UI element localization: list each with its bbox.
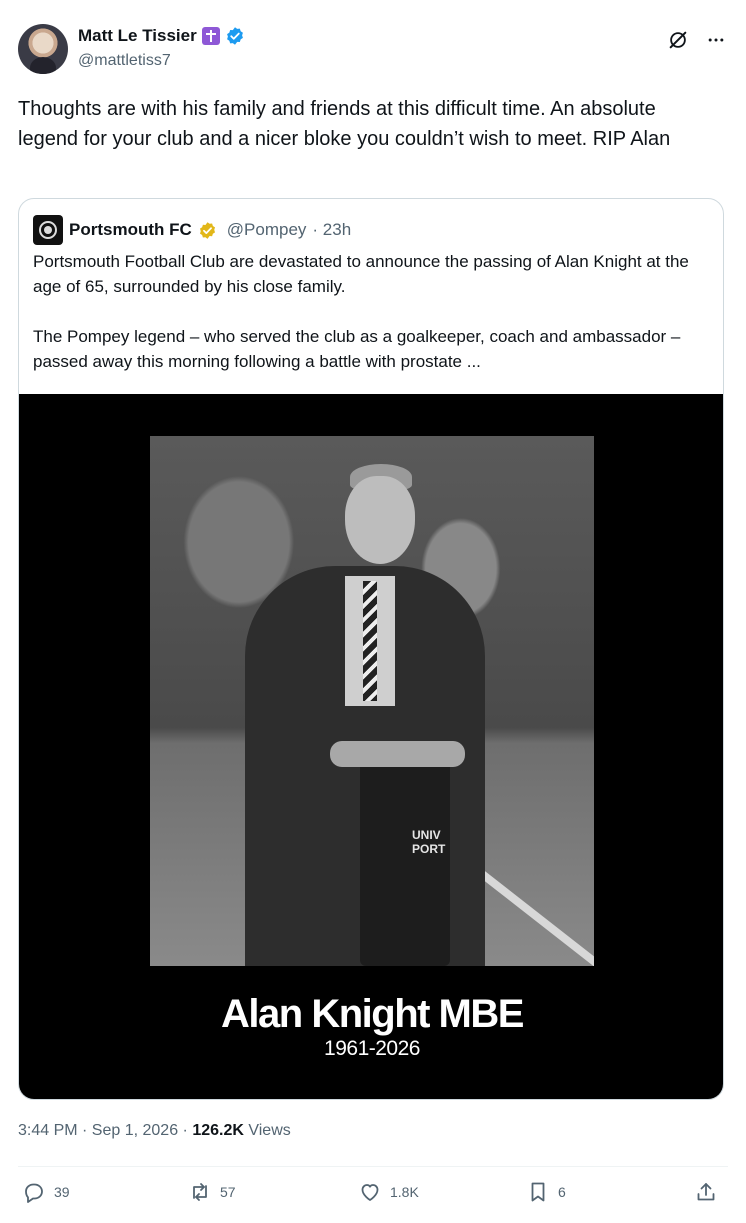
quoted-tweet-card[interactable]: Portsmouth FC @Pompey · 23h Portsmouth F… (18, 198, 724, 1100)
verified-badge-icon[interactable] (225, 26, 245, 46)
top-actions (666, 28, 728, 52)
avatar[interactable] (18, 24, 68, 74)
views-count: 126.2K (192, 1122, 244, 1139)
share-icon (697, 1183, 715, 1201)
jersey-text-line2: PORT (412, 842, 446, 856)
bookmark-button[interactable]: 6 (526, 1180, 566, 1204)
author-handle[interactable]: @mattletiss7 (78, 52, 171, 70)
reply-button[interactable]: 39 (22, 1180, 70, 1204)
author-name-row: Matt Le Tissier (78, 26, 245, 46)
views-label: Views (243, 1122, 291, 1139)
gold-verified-badge-icon[interactable] (198, 221, 217, 240)
man-head (345, 476, 415, 564)
portsmouth-crest-icon (33, 215, 63, 245)
tweet-text: Thoughts are with his family and friends… (18, 98, 671, 150)
tweet-header: Matt Le Tissier @mattletiss7 (18, 24, 728, 76)
quoted-media-image[interactable]: UNIV PORT Alan Knight MBE 1961-2026 (19, 394, 723, 1099)
repost-button[interactable]: 57 (188, 1180, 236, 1204)
man-tie (363, 581, 377, 701)
more-options-icon[interactable] (704, 28, 728, 52)
tweet-actions-bar: 39 57 1.8K 6 (18, 1180, 728, 1212)
jersey-sponsor-text: UNIV PORT (412, 828, 445, 856)
tweet-timestamp[interactable]: 3:44 PM · Sep 1, 2026 · (18, 1122, 192, 1139)
quoted-author-name[interactable]: Portsmouth FC (69, 220, 192, 240)
jersey-text-line1: UNIV (412, 828, 441, 842)
bookmark-icon (531, 1182, 545, 1202)
quoted-paragraph-1: Portsmouth Football Club are devastated … (33, 252, 689, 296)
repost-count: 57 (220, 1184, 236, 1200)
bookmark-count: 6 (558, 1184, 566, 1200)
memorial-photo: UNIV PORT (150, 436, 594, 966)
like-count: 1.8K (390, 1184, 419, 1200)
quoted-author-handle[interactable]: @Pompey (227, 220, 307, 240)
share-button[interactable] (694, 1180, 718, 1204)
tweet-meta: 3:44 PM · Sep 1, 2026 · 126.2K Views (18, 1122, 291, 1140)
memorial-caption-name: Alan Knight MBE (221, 992, 524, 1036)
man-hands (330, 741, 465, 767)
divider (18, 1166, 728, 1167)
like-button[interactable]: 1.8K (358, 1180, 419, 1204)
memorial-caption-years: 1961-2026 (324, 1037, 420, 1060)
heart-icon (361, 1184, 379, 1201)
quoted-time[interactable]: · 23h (312, 220, 351, 240)
grok-icon[interactable] (666, 28, 690, 52)
quoted-tweet-text: Portsmouth Football Club are devastated … (33, 249, 703, 399)
reply-icon (25, 1183, 43, 1203)
reply-count: 39 (54, 1184, 70, 1200)
quoted-paragraph-2: The Pompey legend – who served the club … (33, 327, 681, 371)
quoted-tweet-header: Portsmouth FC @Pompey · 23h (33, 215, 351, 245)
repost-icon (193, 1183, 207, 1201)
held-jersey (360, 761, 450, 966)
cross-badge-icon (201, 27, 220, 45)
author-display-name[interactable]: Matt Le Tissier (78, 26, 197, 46)
